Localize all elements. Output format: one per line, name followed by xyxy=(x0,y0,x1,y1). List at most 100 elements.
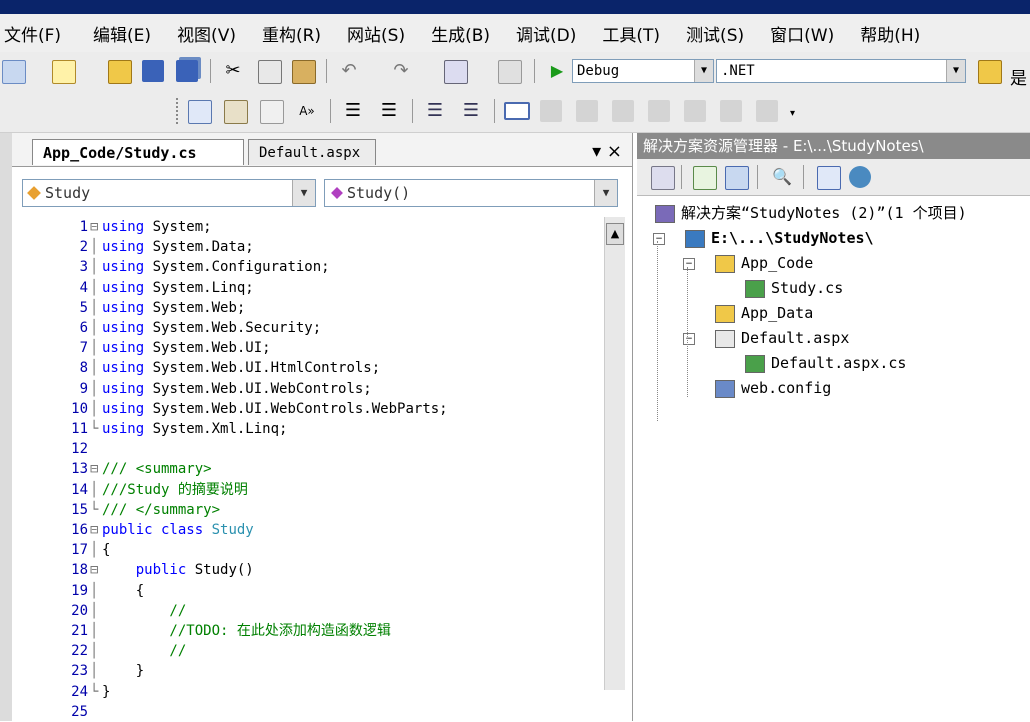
code-line[interactable]: 11 └ using System.Xml.Linq; xyxy=(42,419,287,439)
toolbar-grip[interactable] xyxy=(176,98,181,124)
outdent-icon[interactable]: ☰ xyxy=(342,100,364,122)
collapse-icon[interactable]: − xyxy=(683,333,695,345)
code-line[interactable]: 2 │ using System.Data; xyxy=(42,237,254,257)
chevron-down-icon[interactable]: ▼ xyxy=(292,180,315,206)
save-all-icon[interactable] xyxy=(176,60,198,82)
align-grid-icon[interactable] xyxy=(188,100,212,124)
menu-website[interactable]: 网站(S) xyxy=(347,21,417,46)
menu-window[interactable]: 窗口(W) xyxy=(770,21,846,46)
output-icon[interactable] xyxy=(498,60,522,84)
member-combo[interactable]: Study() ▼ xyxy=(324,179,618,207)
view-code-icon[interactable]: 🔍 xyxy=(771,166,793,188)
code-line[interactable]: 19 │ { xyxy=(42,581,144,601)
view-designer-icon[interactable] xyxy=(817,166,841,190)
bookmark-next-doc-icon[interactable] xyxy=(720,100,742,122)
tree-node[interactable]: 解决方案“StudyNotes (2)”(1 个项目) xyxy=(655,201,967,225)
bring-front-icon[interactable] xyxy=(224,100,248,124)
code-line[interactable]: 4 │ using System.Linq; xyxy=(42,278,254,298)
code-text-area[interactable]: 1 ⊟ using System; 2 │ using System.Data; 3 │ usi… xyxy=(42,217,592,720)
code-line[interactable]: 6 │ using System.Web.Security; xyxy=(42,318,322,338)
code-line[interactable]: 15 └/// </summary> xyxy=(42,500,220,520)
code-line[interactable]: 1 ⊟ using System; xyxy=(42,217,212,237)
chevron-down-icon[interactable]: ▼ xyxy=(694,60,713,82)
collapse-icon[interactable]: ⊟ xyxy=(90,560,102,580)
copy-icon[interactable] xyxy=(258,60,282,84)
start-debug-icon[interactable]: ▶ xyxy=(546,60,568,82)
save-icon[interactable] xyxy=(142,60,164,82)
toolbar-options-icon[interactable]: ▾ xyxy=(790,108,795,119)
tree-node[interactable]: Default.aspx xyxy=(715,326,849,350)
collapse-icon[interactable]: − xyxy=(653,233,665,245)
code-line[interactable]: 14 │///Study 的摘要说明 xyxy=(42,480,248,500)
code-line[interactable]: 16 ⊟ public class Study xyxy=(42,520,254,540)
code-line[interactable]: 25 xyxy=(42,702,102,722)
platform-combo[interactable]: .NET ▼ xyxy=(716,59,966,83)
collapse-icon[interactable]: ⊟ xyxy=(90,217,102,237)
tree-node[interactable]: Default.aspx.cs xyxy=(745,351,906,375)
chevron-down-icon[interactable]: ▼ xyxy=(594,180,617,206)
menu-refactor[interactable]: 重构(R) xyxy=(262,21,333,46)
collapse-icon[interactable]: − xyxy=(683,258,695,270)
tab-study-cs[interactable]: App_Code/Study.cs xyxy=(32,139,244,165)
bookmark-icon[interactable] xyxy=(540,100,562,122)
tree-node[interactable]: App_Data xyxy=(715,301,813,325)
paste-icon[interactable] xyxy=(292,60,316,84)
vertical-scrollbar[interactable]: ▲ xyxy=(604,217,625,690)
code-line[interactable]: 5 │ using System.Web; xyxy=(42,298,246,318)
comment-icon[interactable]: ☰ xyxy=(424,100,446,122)
clear-bookmarks-icon[interactable] xyxy=(756,100,778,122)
menu-edit[interactable]: 编辑(E) xyxy=(93,21,163,46)
collapse-icon[interactable]: ⊟ xyxy=(90,459,102,479)
bookmark-folder-icon[interactable] xyxy=(648,100,670,122)
menu-help[interactable]: 帮助(H) xyxy=(860,21,932,46)
code-line[interactable]: 17 │{ xyxy=(42,540,110,560)
bookmark-doc-icon[interactable] xyxy=(684,100,706,122)
code-line[interactable]: 10 │ using System.Web.UI.WebControls.WebPa… xyxy=(42,399,447,419)
position-icon[interactable] xyxy=(260,100,284,124)
menu-file[interactable]: 文件(F) xyxy=(4,21,73,46)
font-size-icon[interactable]: A» xyxy=(296,100,318,122)
code-line[interactable]: 18 ⊟ public Study() xyxy=(42,560,254,580)
code-line[interactable]: 9 │ using System.Web.UI.WebControls; xyxy=(42,379,372,399)
chevron-down-icon[interactable]: ▼ xyxy=(946,60,965,82)
tree-node[interactable]: web.config xyxy=(715,376,831,400)
code-line[interactable]: 12 xyxy=(42,439,102,459)
menu-view[interactable]: 视图(V) xyxy=(177,21,248,46)
code-line[interactable]: 22 │ // xyxy=(42,641,186,661)
uncomment-icon[interactable]: ☰ xyxy=(460,100,482,122)
code-line[interactable]: 3 │ using System.Configuration; xyxy=(42,257,330,277)
code-line[interactable]: 7 │ using System.Web.UI; xyxy=(42,338,271,358)
code-line[interactable]: 8 │ using System.Web.UI.HtmlControls; xyxy=(42,358,381,378)
indent-icon[interactable]: ☰ xyxy=(378,100,400,122)
website-config-icon[interactable] xyxy=(849,166,871,188)
collapse-icon[interactable]: ⊟ xyxy=(90,520,102,540)
new-project-icon[interactable] xyxy=(2,60,26,84)
rectangle-icon[interactable] xyxy=(504,102,530,120)
code-line[interactable]: 21 │ //TODO: 在此处添加构造函数逻辑 xyxy=(42,621,391,641)
bookmark-prev-icon[interactable] xyxy=(612,100,634,122)
code-line[interactable]: 23 │ } xyxy=(42,661,144,681)
menu-debug[interactable]: 调试(D) xyxy=(516,21,588,46)
editor-window-controls[interactable]: ▾ × xyxy=(592,141,622,162)
navigate-icon[interactable] xyxy=(444,60,468,84)
code-line[interactable]: 24 └} xyxy=(42,682,110,702)
properties-icon[interactable] xyxy=(651,166,675,190)
tree-node[interactable]: E:\...\StudyNotes\ xyxy=(685,226,874,250)
scroll-up-icon[interactable]: ▲ xyxy=(606,223,624,245)
cut-icon[interactable]: ✂ xyxy=(222,60,244,82)
redo-icon[interactable]: ↷ xyxy=(390,60,412,82)
code-line[interactable]: 13 ⊟/// <summary> xyxy=(42,459,211,479)
menu-tools[interactable]: 工具(T) xyxy=(602,21,672,46)
undo-icon[interactable]: ↶ xyxy=(338,60,360,82)
find-in-files-icon[interactable] xyxy=(978,60,1002,84)
menu-build[interactable]: 生成(B) xyxy=(431,21,502,46)
bookmark-next-icon[interactable] xyxy=(576,100,598,122)
nest-files-icon[interactable] xyxy=(725,166,749,190)
add-item-icon[interactable] xyxy=(52,60,76,84)
refresh-icon[interactable] xyxy=(693,166,717,190)
tree-node[interactable]: Study.cs xyxy=(745,276,843,300)
menu-test[interactable]: 测试(S) xyxy=(686,21,756,46)
tab-default-aspx[interactable]: Default.aspx xyxy=(248,139,376,165)
solution-config-combo[interactable]: Debug ▼ xyxy=(572,59,714,83)
open-file-icon[interactable] xyxy=(108,60,132,84)
